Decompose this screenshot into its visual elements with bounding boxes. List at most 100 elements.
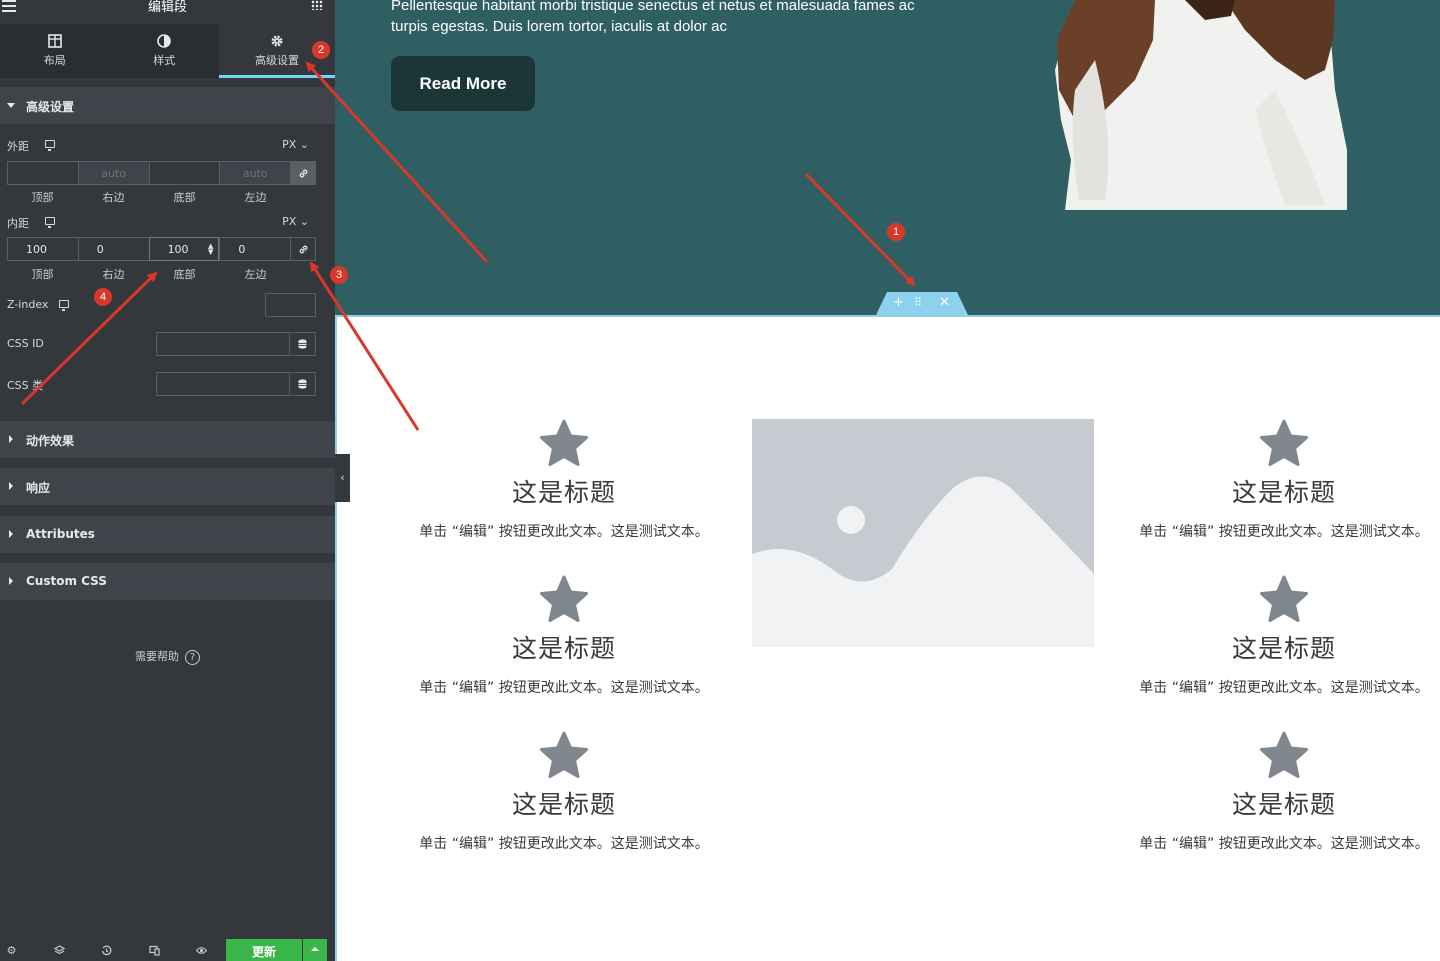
icon-box[interactable]: 这是标题 单击 “编辑” 按钮更改此文本。这是测试文本。 — [394, 575, 734, 697]
image-placeholder[interactable] — [752, 419, 1094, 647]
icon-box[interactable]: 这是标题 单击 “编辑” 按钮更改此文本。这是测试文本。 — [1114, 419, 1440, 541]
features-section[interactable]: 这是标题 单击 “编辑” 按钮更改此文本。这是测试文本。 这是标题 单击 “编辑… — [335, 315, 1440, 961]
section-advanced[interactable]: 高级设置 — [0, 87, 335, 124]
caret-right-icon — [9, 577, 13, 585]
caret-right-icon — [9, 530, 13, 538]
responsive-desktop-icon[interactable] — [45, 217, 55, 228]
margin-unit-select[interactable]: PX ⌄ — [282, 138, 309, 151]
dynamic-tags-button[interactable] — [290, 372, 316, 396]
side-label-top: 顶部 — [31, 268, 54, 281]
icon-box-description: 单击 “编辑” 按钮更改此文本。这是测试文本。 — [419, 524, 709, 540]
responsive-desktop-icon[interactable] — [45, 140, 55, 151]
star-icon — [1260, 731, 1308, 778]
collapse-panel-button[interactable]: ‹ — [335, 454, 350, 502]
icon-box[interactable]: 这是标题 单击 “编辑” 按钮更改此文本。这是测试文本。 — [394, 731, 734, 853]
icon-box[interactable]: 这是标题 单击 “编辑” 按钮更改此文本。这是测试文本。 — [1114, 731, 1440, 853]
margin-link-button[interactable] — [290, 161, 316, 185]
icon-box-description: 单击 “编辑” 按钮更改此文本。这是测试文本。 — [419, 680, 709, 696]
caret-right-icon — [9, 482, 13, 490]
section-motion-effects[interactable]: 动作效果 — [0, 421, 335, 458]
padding-top-input[interactable]: 100 — [7, 237, 78, 261]
margin-bottom-input[interactable] — [148, 161, 220, 185]
icon-box-description: 单击 “编辑” 按钮更改此文本。这是测试文本。 — [419, 836, 709, 852]
stepper-icon[interactable]: ▲ ▼ — [208, 243, 213, 256]
add-section-icon[interactable]: + — [893, 295, 904, 311]
star-icon — [540, 575, 588, 622]
help-link[interactable]: 需要帮助? — [0, 648, 335, 665]
editor-panel: 编辑段 布局 样式 高级设置 高级设置 外距 PX ⌄ auto auto 顶部 — [0, 0, 335, 961]
margin-label: 外距 — [7, 140, 29, 153]
icon-box-title: 这是标题 — [511, 634, 616, 663]
tab-label: 高级设置 — [255, 54, 300, 67]
zindex-input[interactable] — [265, 293, 316, 317]
caret-right-icon — [9, 435, 13, 443]
padding-bottom-input[interactable]: 100 ▲ ▼ — [148, 237, 220, 261]
tab-label: 布局 — [43, 54, 66, 67]
section-attributes[interactable]: Attributes — [0, 516, 335, 553]
padding-right-input[interactable]: 0 — [77, 237, 149, 261]
help-text: 需要帮助 — [135, 650, 179, 663]
padding-label: 内距 — [7, 217, 29, 230]
section-title: 响应 — [26, 481, 51, 495]
link-icon — [299, 245, 307, 253]
section-custom-css[interactable]: Custom CSS — [0, 563, 335, 600]
settings-icon[interactable]: ⚙ — [6, 945, 17, 956]
icon-box-title: 这是标题 — [1231, 634, 1336, 663]
icon-box-description: 单击 “编辑” 按钮更改此文本。这是测试文本。 — [1139, 524, 1429, 540]
side-label-left: 左边 — [244, 191, 267, 204]
side-label-right: 右边 — [102, 268, 125, 281]
margin-top-input[interactable] — [7, 161, 78, 185]
cssclass-input[interactable] — [156, 372, 290, 396]
padding-left-input[interactable]: 0 — [219, 237, 291, 261]
cssid-input[interactable] — [156, 332, 290, 356]
responsive-mode-icon[interactable] — [149, 945, 160, 956]
gear-icon — [271, 35, 283, 47]
panel-header: 编辑段 — [0, 0, 335, 15]
section-title: Custom CSS — [26, 574, 107, 588]
question-icon: ? — [185, 649, 200, 665]
responsive-desktop-icon[interactable] — [59, 300, 69, 311]
side-label-bottom: 底部 — [173, 268, 196, 281]
side-label-right: 右边 — [102, 191, 125, 204]
section-responsive[interactable]: 响应 — [0, 468, 335, 505]
hero-paragraph[interactable]: Pellentesque habitant morbi tristique se… — [391, 0, 931, 37]
panel-tabs: 布局 样式 高级设置 — [0, 24, 335, 78]
star-icon — [540, 419, 588, 466]
history-icon[interactable] — [101, 945, 112, 956]
dynamic-tags-button[interactable] — [290, 332, 316, 356]
star-icon — [1260, 575, 1308, 622]
tab-label: 样式 — [153, 54, 176, 67]
widgets-grid-icon[interactable] — [311, 0, 323, 10]
dog-photo[interactable] — [1035, 0, 1355, 210]
tab-style[interactable]: 样式 — [110, 24, 220, 78]
database-icon — [298, 339, 307, 349]
section-title: 动作效果 — [26, 434, 75, 448]
link-icon — [299, 169, 307, 177]
icon-box[interactable]: 这是标题 单击 “编辑” 按钮更改此文本。这是测试文本。 — [394, 419, 734, 541]
padding-unit-select[interactable]: PX ⌄ — [282, 215, 309, 228]
preview-eye-icon[interactable] — [196, 945, 207, 956]
padding-link-button[interactable] — [290, 237, 317, 261]
navigator-layers-icon[interactable] — [54, 945, 65, 956]
section-handle[interactable]: + ⠿ ✕ — [876, 292, 968, 315]
zindex-label: Z-index — [7, 298, 49, 311]
padding-side-labels: 顶部 右边 底部 左边 — [7, 266, 291, 282]
database-icon — [298, 379, 307, 389]
drag-handle-icon[interactable]: ⠿ — [914, 295, 922, 311]
section-title: Attributes — [26, 527, 95, 541]
cssclass-label: CSS 类 — [7, 379, 44, 392]
hero-section[interactable]: Pellentesque habitant morbi tristique se… — [335, 0, 1440, 315]
read-more-button[interactable]: Read More — [391, 56, 535, 111]
update-options-button[interactable] — [303, 939, 327, 961]
icon-box[interactable]: 这是标题 单击 “编辑” 按钮更改此文本。这是测试文本。 — [1114, 575, 1440, 697]
side-label-left: 左边 — [244, 268, 267, 281]
icon-box-description: 单击 “编辑” 按钮更改此文本。这是测试文本。 — [1139, 836, 1429, 852]
contrast-icon — [157, 34, 172, 48]
icon-box-description: 单击 “编辑” 按钮更改此文本。这是测试文本。 — [1139, 680, 1429, 696]
update-button[interactable]: 更新 — [226, 939, 302, 961]
margin-controls: auto auto — [7, 161, 316, 185]
tab-layout[interactable]: 布局 — [0, 24, 110, 78]
panel-title: 编辑段 — [147, 0, 187, 15]
delete-section-icon[interactable]: ✕ — [939, 295, 950, 311]
margin-right-input: auto — [77, 161, 149, 185]
